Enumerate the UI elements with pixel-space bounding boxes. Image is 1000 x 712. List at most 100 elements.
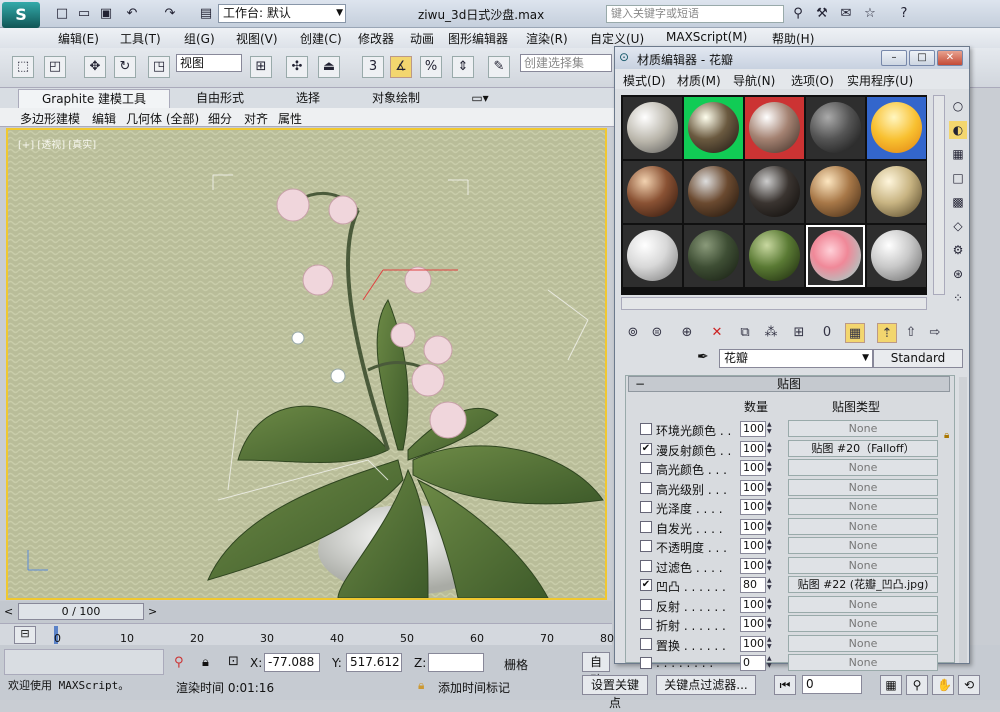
sample-slot[interactable]	[745, 225, 804, 287]
current-frame-field[interactable]: 0	[802, 675, 862, 694]
sample-slot[interactable]	[806, 161, 865, 223]
sample-slot[interactable]	[623, 225, 682, 287]
map-amount-field[interactable]: 100	[740, 616, 766, 632]
sample-slot[interactable]	[623, 97, 682, 159]
next-frame-icon[interactable]: >	[148, 605, 157, 618]
menu-maxscript[interactable]: MAXScript(M)	[666, 30, 747, 44]
keyboard-shortcut-icon[interactable]: ⏏	[318, 56, 340, 78]
map-enable-checkbox[interactable]	[640, 540, 652, 552]
zoom-icon[interactable]: ⚲	[906, 675, 928, 695]
close-button[interactable]: ✕	[937, 50, 963, 66]
key-filters-button[interactable]: 关键点过滤器...	[656, 675, 756, 695]
slots-vscroll[interactable]	[933, 95, 945, 295]
sample-slot[interactable]	[684, 161, 743, 223]
panel-edit[interactable]: 编辑	[92, 110, 116, 127]
sample-slot[interactable]	[867, 97, 926, 159]
panel-align[interactable]: 对齐	[244, 110, 268, 127]
percent-snap-icon[interactable]: %	[420, 56, 442, 78]
amount-spinner-icon[interactable]: ▲ ▼	[767, 441, 776, 457]
menu-navigation[interactable]: 导航(N)	[733, 72, 775, 89]
map-slot-button[interactable]: None	[788, 654, 938, 671]
auto-key-button[interactable]: 自动	[582, 652, 610, 687]
map-slot-button[interactable]: None	[788, 634, 938, 652]
workspace-dropdown[interactable]: 工作台: 默认 ▼	[218, 4, 346, 23]
scale-icon[interactable]: ◳	[148, 56, 170, 78]
menu-views[interactable]: 视图(V)	[236, 30, 278, 47]
map-enable-checkbox[interactable]	[640, 618, 652, 630]
go-to-start-icon[interactable]: ⏮	[774, 675, 796, 695]
y-coord-field[interactable]: 517.612	[346, 653, 402, 672]
menu-customize[interactable]: 自定义(U)	[590, 30, 644, 47]
map-slot-button[interactable]: None	[788, 420, 938, 437]
menu-help[interactable]: 帮助(H)	[772, 30, 814, 47]
map-amount-field[interactable]: 80	[740, 577, 766, 593]
uv-tiling-icon[interactable]: □	[949, 169, 967, 187]
binoculars-icon[interactable]: ⚲	[790, 6, 806, 22]
maxscript-listener[interactable]	[4, 649, 164, 675]
get-material-icon[interactable]: ⊚	[623, 323, 643, 343]
ribbon-options-icon[interactable]: ▭▾	[466, 89, 494, 108]
menu-modes[interactable]: 模式(D)	[623, 72, 666, 89]
map-amount-field[interactable]: 100	[740, 499, 766, 515]
background-icon[interactable]: ▦	[949, 145, 967, 163]
amount-spinner-icon[interactable]: ▲ ▼	[767, 499, 776, 515]
set-key-button[interactable]: 设置关键点	[582, 675, 648, 710]
amount-spinner-icon[interactable]: ▲ ▼	[767, 577, 776, 593]
amount-spinner-icon[interactable]: ▲ ▼	[767, 558, 776, 574]
panel-polygon-modeling[interactable]: 多边形建模	[20, 110, 80, 127]
copy-material-icon[interactable]: ⧉	[735, 323, 755, 343]
backlight-icon[interactable]: ◐	[949, 121, 967, 139]
menu-options[interactable]: 选项(O)	[791, 72, 834, 89]
video-color-check-icon[interactable]: ▩	[949, 193, 967, 211]
open-file-icon[interactable]: ▭	[76, 6, 92, 22]
options-icon[interactable]: ⚙	[949, 241, 967, 259]
project-folder-icon[interactable]: ▤	[198, 6, 214, 22]
sample-slot[interactable]	[745, 161, 804, 223]
tab-freeform[interactable]: 自由形式	[178, 89, 262, 108]
communication-icon[interactable]: ✉	[838, 6, 854, 22]
map-slot-button[interactable]: None	[788, 615, 938, 632]
map-slot-button[interactable]: None	[788, 537, 938, 554]
lock-icon[interactable]: 🔒︎	[202, 655, 209, 670]
make-unique-icon[interactable]: ⁂	[761, 323, 781, 343]
reference-coord-dropdown[interactable]: 视图	[176, 54, 242, 72]
amount-spinner-icon[interactable]: ▲ ▼	[767, 480, 776, 496]
search-input[interactable]: 键入关键字或短语	[606, 5, 784, 23]
sample-slot[interactable]	[745, 97, 804, 159]
map-enable-checkbox[interactable]	[640, 520, 652, 533]
menu-edit[interactable]: 编辑(E)	[58, 30, 99, 47]
map-amount-field[interactable]: 100	[740, 460, 766, 476]
pivot-center-icon[interactable]: ⊞	[250, 56, 272, 78]
maximize-button[interactable]: □	[909, 50, 935, 66]
slots-hscroll[interactable]	[621, 297, 927, 310]
map-amount-field[interactable]: 100	[740, 596, 766, 613]
add-time-tag[interactable]: 添加时间标记	[438, 679, 510, 696]
amount-spinner-icon[interactable]: ▲ ▼	[767, 636, 776, 652]
window-crossing-icon[interactable]: ◰	[44, 56, 66, 78]
menu-tools[interactable]: 工具(T)	[120, 30, 161, 47]
sample-slot[interactable]	[684, 97, 743, 159]
go-to-parent-icon[interactable]: ⇧	[901, 323, 921, 343]
show-shaded-material-icon[interactable]: ▦	[845, 323, 865, 343]
time-config-icon[interactable]: ▦	[880, 675, 902, 695]
reset-map-icon[interactable]: ✕	[707, 323, 727, 343]
map-slot-button[interactable]: None	[788, 478, 938, 496]
map-enable-checkbox[interactable]	[640, 501, 652, 513]
material-id-channel-icon[interactable]: 0	[817, 323, 837, 343]
select-manipulate-icon[interactable]: ✣	[286, 56, 308, 78]
sample-type-icon[interactable]: ○	[949, 97, 967, 115]
z-coord-field[interactable]	[428, 653, 484, 672]
amount-spinner-icon[interactable]: ▲ ▼	[767, 655, 776, 671]
menu-rendering[interactable]: 渲染(R)	[526, 30, 568, 47]
map-enable-checkbox[interactable]	[640, 423, 652, 435]
map-slot-button[interactable]: None	[788, 459, 938, 476]
map-slot-button[interactable]: 贴图 #22 (花瓣_凹凸.jpg)	[788, 576, 938, 593]
undo-icon[interactable]: ↶	[124, 6, 140, 22]
new-file-icon[interactable]: □	[54, 6, 70, 22]
named-selection-input[interactable]: 创建选择集	[520, 54, 612, 72]
menu-animation[interactable]: 动画	[410, 30, 434, 47]
amount-spinner-icon[interactable]: ▲ ▼	[767, 538, 776, 554]
menu-create[interactable]: 创建(C)	[300, 30, 342, 47]
time-slider[interactable]: 0 / 100	[18, 603, 144, 620]
map-amount-field[interactable]: 0	[740, 655, 766, 671]
